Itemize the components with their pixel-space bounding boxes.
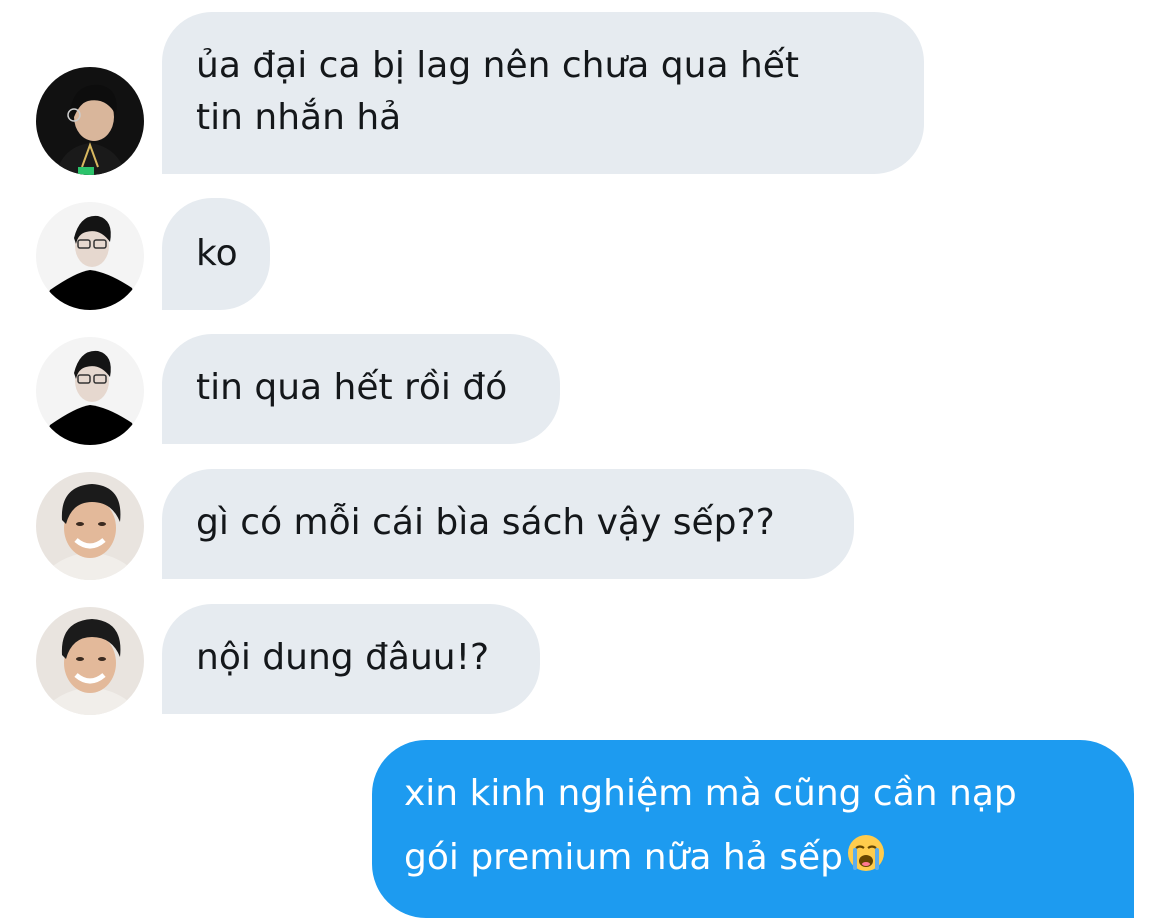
message-bubble[interactable]: ủa đại ca bị lag nên chưa qua hết tin nh…: [162, 12, 924, 174]
message-text: gì có mỗi cái bìa sách vậy sếp??: [196, 502, 775, 543]
message-text: ủa đại ca bị lag nên chưa qua hết: [196, 45, 800, 86]
avatar-user-c[interactable]: [36, 472, 144, 580]
avatar-user-c[interactable]: [36, 607, 144, 715]
message-text: gói premium nữa hả sếp: [404, 837, 843, 878]
message-bubble[interactable]: nội dung đâuu!?: [162, 604, 540, 714]
avatar-user-b[interactable]: [36, 202, 144, 310]
message-text: tin qua hết rồi đó: [196, 367, 508, 408]
message-bubble[interactable]: tin qua hết rồi đó: [162, 334, 560, 444]
avatar-user-a[interactable]: [36, 67, 144, 175]
message-text: ko: [196, 233, 238, 274]
message-bubble[interactable]: gì có mỗi cái bìa sách vậy sếp??: [162, 469, 854, 579]
message-text: tin nhắn hả: [196, 97, 402, 138]
avatar-user-b[interactable]: [36, 337, 144, 445]
sent-message-bubble[interactable]: xin kinh nghiệm mà cũng cần nạp gói prem…: [372, 740, 1134, 918]
message-bubble[interactable]: ko: [162, 198, 270, 310]
loudly-crying-face-emoji-icon: [847, 829, 885, 893]
message-text: nội dung đâuu!?: [196, 637, 490, 678]
message-text: xin kinh nghiệm mà cũng cần nạp: [404, 773, 1017, 814]
message-text-with-emoji: gói premium nữa hả sếp: [404, 826, 1134, 893]
